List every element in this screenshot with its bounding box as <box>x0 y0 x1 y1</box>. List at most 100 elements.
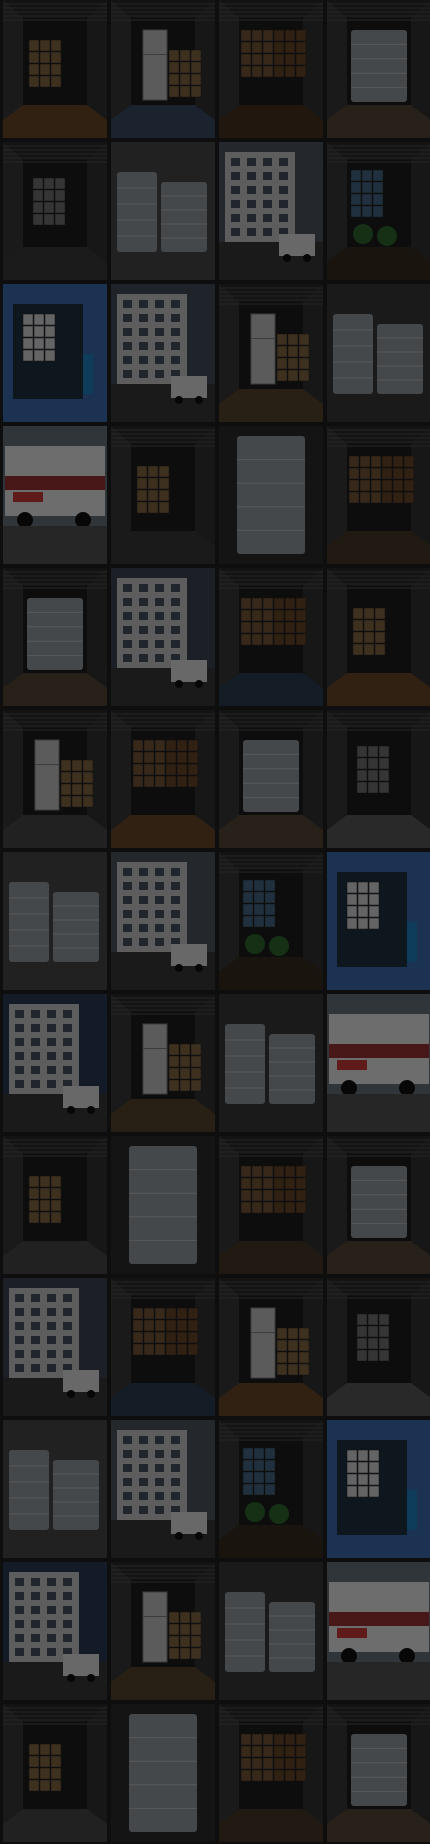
photo-thumbnail <box>111 852 215 990</box>
photo-thumbnail <box>3 142 107 280</box>
photo-thumbnail <box>219 1420 323 1558</box>
gallery-photo[interactable] <box>111 1704 215 1842</box>
photo-thumbnail <box>219 1278 323 1416</box>
gallery-photo[interactable] <box>111 852 215 990</box>
gallery-photo[interactable] <box>111 426 215 564</box>
photo-thumbnail <box>327 568 430 706</box>
gallery-photo[interactable] <box>219 994 323 1132</box>
photo-thumbnail <box>111 142 215 280</box>
gallery-photo[interactable] <box>3 1704 107 1842</box>
photo-thumbnail <box>219 284 323 422</box>
gallery-photo[interactable] <box>111 994 215 1132</box>
photo-thumbnail <box>327 1562 430 1700</box>
gallery-photo[interactable] <box>111 1136 215 1274</box>
gallery-photo[interactable] <box>111 284 215 422</box>
photo-grid <box>0 0 430 1842</box>
gallery-photo[interactable] <box>327 142 430 280</box>
photo-thumbnail <box>111 0 215 138</box>
photo-thumbnail <box>3 1704 107 1842</box>
gallery-photo[interactable] <box>3 426 107 564</box>
photo-thumbnail <box>3 1562 107 1700</box>
photo-thumbnail <box>219 852 323 990</box>
gallery-photo[interactable] <box>111 142 215 280</box>
photo-thumbnail <box>219 0 323 138</box>
photo-thumbnail <box>219 426 323 564</box>
gallery-photo[interactable] <box>327 1420 430 1558</box>
gallery-photo[interactable] <box>219 1704 323 1842</box>
photo-thumbnail <box>327 1136 430 1274</box>
gallery-photo[interactable] <box>3 710 107 848</box>
gallery-photo[interactable] <box>3 1562 107 1700</box>
gallery-photo[interactable] <box>327 1136 430 1274</box>
photo-thumbnail <box>3 426 107 564</box>
gallery-photo[interactable] <box>327 1278 430 1416</box>
photo-thumbnail <box>111 1278 215 1416</box>
photo-gallery-page <box>0 0 430 1844</box>
photo-thumbnail <box>3 284 107 422</box>
photo-thumbnail <box>219 1704 323 1842</box>
photo-thumbnail <box>219 142 323 280</box>
gallery-photo[interactable] <box>219 1278 323 1416</box>
photo-thumbnail <box>327 710 430 848</box>
gallery-photo[interactable] <box>3 1278 107 1416</box>
photo-thumbnail <box>3 994 107 1132</box>
photo-thumbnail <box>219 568 323 706</box>
gallery-photo[interactable] <box>111 0 215 138</box>
gallery-photo[interactable] <box>111 710 215 848</box>
gallery-photo[interactable] <box>219 0 323 138</box>
gallery-photo[interactable] <box>3 284 107 422</box>
photo-thumbnail <box>111 1136 215 1274</box>
gallery-photo[interactable] <box>219 710 323 848</box>
gallery-photo[interactable] <box>111 1562 215 1700</box>
gallery-photo[interactable] <box>111 1420 215 1558</box>
gallery-photo[interactable] <box>111 568 215 706</box>
gallery-photo[interactable] <box>327 568 430 706</box>
gallery-photo[interactable] <box>3 1136 107 1274</box>
gallery-photo[interactable] <box>3 1420 107 1558</box>
photo-thumbnail <box>219 1136 323 1274</box>
photo-thumbnail <box>3 568 107 706</box>
gallery-photo[interactable] <box>219 568 323 706</box>
photo-thumbnail <box>219 710 323 848</box>
gallery-photo[interactable] <box>327 1562 430 1700</box>
gallery-photo[interactable] <box>327 426 430 564</box>
gallery-photo[interactable] <box>3 0 107 138</box>
gallery-photo[interactable] <box>327 852 430 990</box>
photo-thumbnail <box>3 0 107 138</box>
photo-thumbnail <box>3 852 107 990</box>
photo-thumbnail <box>327 994 430 1132</box>
photo-thumbnail <box>327 284 430 422</box>
gallery-photo[interactable] <box>3 568 107 706</box>
photo-thumbnail <box>3 710 107 848</box>
photo-thumbnail <box>327 426 430 564</box>
photo-thumbnail <box>219 994 323 1132</box>
gallery-photo[interactable] <box>219 1136 323 1274</box>
photo-thumbnail <box>111 710 215 848</box>
gallery-photo[interactable] <box>327 994 430 1132</box>
photo-thumbnail <box>111 568 215 706</box>
gallery-photo[interactable] <box>219 852 323 990</box>
photo-thumbnail <box>111 1562 215 1700</box>
photo-thumbnail <box>327 1278 430 1416</box>
photo-thumbnail <box>327 142 430 280</box>
photo-thumbnail <box>3 1278 107 1416</box>
gallery-photo[interactable] <box>327 0 430 138</box>
gallery-photo[interactable] <box>3 852 107 990</box>
gallery-photo[interactable] <box>219 1562 323 1700</box>
gallery-photo[interactable] <box>219 1420 323 1558</box>
photo-thumbnail <box>327 0 430 138</box>
photo-thumbnail <box>3 1420 107 1558</box>
photo-thumbnail <box>111 994 215 1132</box>
gallery-photo[interactable] <box>219 142 323 280</box>
gallery-photo[interactable] <box>111 1278 215 1416</box>
gallery-photo[interactable] <box>327 1704 430 1842</box>
gallery-photo[interactable] <box>327 710 430 848</box>
gallery-photo[interactable] <box>3 994 107 1132</box>
photo-thumbnail <box>111 1704 215 1842</box>
photo-thumbnail <box>219 1562 323 1700</box>
gallery-photo[interactable] <box>3 142 107 280</box>
gallery-photo[interactable] <box>219 284 323 422</box>
photo-thumbnail <box>3 1136 107 1274</box>
gallery-photo[interactable] <box>219 426 323 564</box>
gallery-photo[interactable] <box>327 284 430 422</box>
